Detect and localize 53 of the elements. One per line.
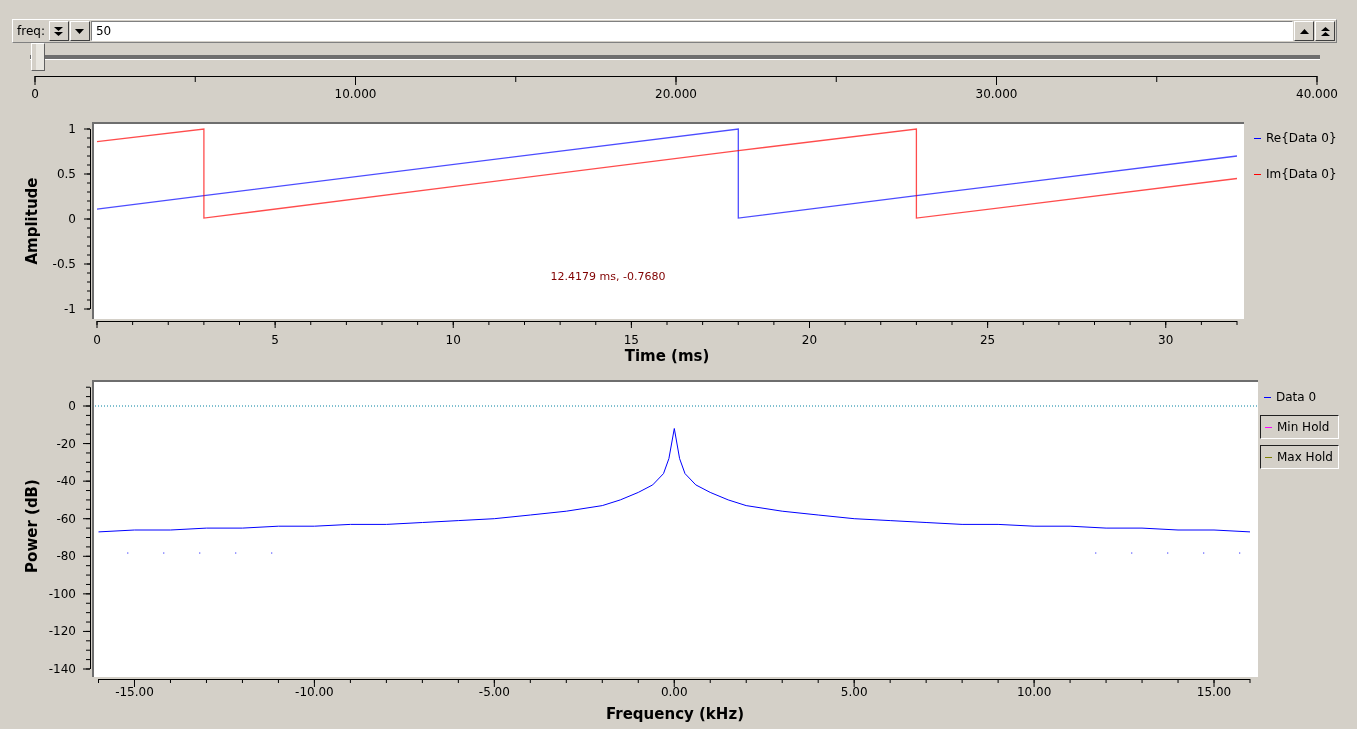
x-tick-label: -15.00 (115, 685, 154, 699)
up-arrow-icon (1298, 27, 1310, 35)
y-axis-title: Power (dB) (23, 479, 41, 573)
scale-label: 30.000 (975, 87, 1018, 101)
y-tick-label: 1 (68, 122, 76, 136)
double-up-arrow-icon (1319, 25, 1331, 37)
double-down-arrow-icon (53, 25, 65, 37)
y-tick-label: -20 (56, 436, 76, 451)
x-tick-label: -10.00 (295, 685, 334, 699)
fast-decrease-button[interactable] (48, 21, 69, 41)
x-axis-title: Frequency (kHz) (606, 705, 744, 723)
y-tick-label: -0.5 (52, 257, 76, 271)
y-tick-label: -80 (56, 549, 76, 564)
x-tick-label: 10 (445, 333, 461, 347)
x-tick-label: -5.00 (478, 685, 510, 699)
x-tick-label: 5 (271, 333, 279, 347)
slider-handle[interactable] (30, 43, 45, 71)
x-tick-label: 15.00 (1196, 685, 1232, 699)
y-tick-label: -40 (56, 474, 76, 489)
cursor-readout: 12.4179 ms, -0.7680 (550, 270, 666, 283)
scale-label: 0 (31, 87, 39, 101)
legend-item[interactable]: Im{Data 0} (1250, 162, 1341, 186)
x-tick-label: 0 (93, 333, 101, 347)
x-tick-label: 10.00 (1016, 685, 1052, 699)
x-tick-label: 25 (980, 333, 996, 347)
scale-label: 40.000 (1296, 87, 1338, 101)
scale-label: 20.000 (655, 87, 697, 101)
y-tick-label: -100 (48, 586, 76, 601)
legend-item[interactable]: Data 0 (1260, 385, 1339, 409)
y-tick-label: -120 (48, 624, 76, 639)
increase-button[interactable] (1294, 21, 1314, 41)
x-axis-title: Time (ms) (624, 347, 710, 365)
x-tick-label: 20 (801, 333, 818, 347)
decrease-button[interactable] (69, 21, 90, 41)
x-tick-label: 5.00 (840, 685, 868, 699)
scale-label: 10.000 (334, 87, 377, 101)
value-field[interactable]: 50 (90, 21, 1293, 41)
y-tick-label: -1 (64, 302, 76, 316)
y-axis-title: Amplitude (23, 177, 41, 265)
fast-increase-button[interactable] (1315, 21, 1335, 41)
y-tick-label: 0.5 (56, 167, 76, 181)
y-tick-label: -140 (48, 662, 76, 676)
x-tick-label: 30 (1158, 333, 1174, 347)
counter-label: freq: (16, 24, 46, 38)
y-tick-label: 0 (68, 399, 76, 413)
legend-toggle[interactable]: Max Hold (1260, 445, 1339, 469)
x-tick-label: 15 (623, 333, 639, 347)
x-tick-label: 0.00 (660, 685, 688, 699)
y-tick-label: 0 (68, 212, 76, 226)
y-tick-label: -60 (56, 511, 76, 526)
legend-item[interactable]: Re{Data 0} (1250, 126, 1341, 150)
legend-toggle[interactable]: Min Hold (1260, 415, 1339, 439)
down-arrow-icon (74, 27, 86, 35)
